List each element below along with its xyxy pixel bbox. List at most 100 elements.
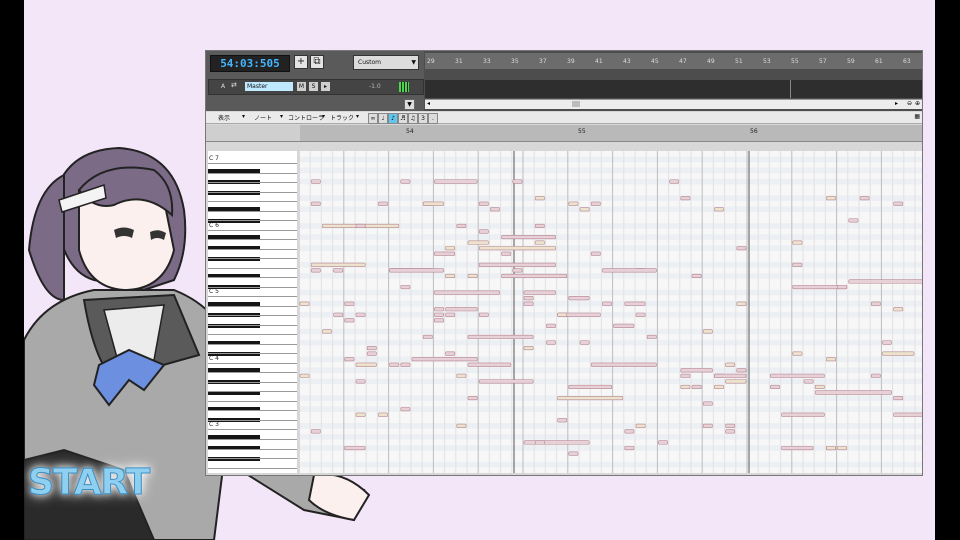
track-name-field[interactable]: Master: [245, 82, 293, 91]
midi-note[interactable]: [512, 268, 523, 273]
midi-note[interactable]: [534, 240, 545, 245]
midi-note[interactable]: [702, 329, 713, 334]
midi-note[interactable]: [445, 312, 456, 317]
midi-note[interactable]: [635, 423, 646, 428]
midi-note[interactable]: [534, 196, 545, 201]
midi-note[interactable]: [725, 423, 736, 428]
midi-note[interactable]: [445, 273, 456, 278]
midi-note[interactable]: [434, 307, 444, 312]
midi-note[interactable]: [635, 312, 646, 317]
zoom-in-icon[interactable]: ⊕: [915, 100, 920, 107]
midi-note[interactable]: [422, 201, 444, 206]
midi-note[interactable]: [725, 362, 736, 367]
midi-note[interactable]: [624, 301, 646, 306]
midi-note[interactable]: [691, 273, 702, 278]
scroll-thumb[interactable]: [572, 101, 580, 107]
midi-note[interactable]: [658, 440, 668, 445]
midi-note[interactable]: [322, 329, 332, 334]
thirtysecond-note-icon[interactable]: ♫: [408, 113, 418, 124]
midi-note[interactable]: [613, 323, 635, 328]
expand-icon[interactable]: ▼: [404, 99, 415, 110]
midi-note[interactable]: [501, 251, 512, 256]
midi-note[interactable]: [770, 384, 780, 390]
midi-note[interactable]: [333, 312, 344, 317]
midi-note[interactable]: [456, 423, 467, 428]
midi-note[interactable]: [344, 318, 355, 323]
note-grid-canvas[interactable]: [299, 151, 922, 473]
midi-note[interactable]: [859, 196, 870, 201]
midi-note[interactable]: [299, 301, 310, 306]
midi-note[interactable]: [299, 373, 310, 378]
midi-note[interactable]: [893, 412, 922, 417]
midi-note[interactable]: [680, 196, 691, 201]
measure-ruler[interactable]: 54 55 56: [206, 125, 922, 142]
midi-note[interactable]: [590, 362, 657, 367]
note-grid[interactable]: [299, 151, 922, 473]
midi-note[interactable]: [434, 318, 444, 323]
midi-note[interactable]: [333, 268, 344, 273]
midi-note[interactable]: [546, 323, 556, 328]
menu-note[interactable]: ノート: [254, 113, 272, 122]
horizontal-scrollbar[interactable]: ◂ ▸ ⊖ ⊕: [425, 99, 922, 109]
midi-note[interactable]: [411, 357, 478, 362]
midi-note[interactable]: [590, 251, 601, 256]
midi-note[interactable]: [478, 262, 556, 267]
midi-note[interactable]: [870, 301, 881, 306]
midi-note[interactable]: [826, 196, 836, 201]
midi-note[interactable]: [814, 384, 825, 390]
midi-note[interactable]: [848, 279, 922, 284]
midi-note[interactable]: [445, 307, 478, 312]
midi-note[interactable]: [355, 379, 366, 384]
midi-note[interactable]: [523, 290, 556, 295]
midi-note[interactable]: [736, 368, 747, 373]
midi-note[interactable]: [568, 201, 579, 206]
midi-note[interactable]: [792, 240, 803, 245]
midi-note[interactable]: [467, 273, 478, 278]
midi-note[interactable]: [445, 246, 456, 251]
midi-note[interactable]: [355, 412, 366, 417]
midi-note[interactable]: [826, 445, 836, 451]
midi-note[interactable]: [882, 340, 892, 345]
midi-note[interactable]: [422, 334, 433, 340]
midi-note[interactable]: [467, 395, 478, 401]
midi-note[interactable]: [669, 179, 680, 184]
midi-note[interactable]: [434, 251, 456, 256]
midi-note[interactable]: [523, 296, 534, 301]
midi-note[interactable]: [691, 384, 702, 390]
midi-note[interactable]: [736, 301, 747, 306]
midi-note[interactable]: [467, 334, 534, 340]
midi-note[interactable]: [355, 223, 366, 229]
menu-view[interactable]: 表示: [218, 113, 230, 122]
midi-note[interactable]: [310, 429, 321, 434]
eighth-note-icon[interactable]: ♪: [388, 113, 398, 124]
midi-note[interactable]: [792, 262, 803, 267]
midi-note[interactable]: [579, 340, 590, 345]
midi-note[interactable]: [478, 312, 489, 317]
menu-controller[interactable]: コントローラ: [288, 113, 324, 122]
timeline-ruler[interactable]: 29 31 33 35 37 39 41 43 45 47 49 51 53 55 57 59 61 63: [425, 53, 922, 69]
midi-note[interactable]: [310, 201, 321, 206]
midi-note[interactable]: [478, 246, 556, 251]
midi-note[interactable]: [478, 229, 489, 234]
midi-note[interactable]: [624, 445, 635, 451]
midi-note[interactable]: [355, 362, 377, 367]
midi-note[interactable]: [893, 201, 904, 206]
midi-note[interactable]: [389, 362, 400, 367]
midi-note[interactable]: [478, 201, 489, 206]
zoom-out-icon[interactable]: ⊖: [907, 100, 912, 107]
midi-note[interactable]: [557, 418, 568, 423]
record-icon[interactable]: ▸: [321, 82, 330, 91]
midi-note[interactable]: [848, 218, 859, 223]
midi-note[interactable]: [445, 351, 456, 356]
menu-track[interactable]: トラック: [330, 113, 354, 122]
midi-note[interactable]: [680, 373, 691, 378]
midi-note[interactable]: [837, 445, 848, 451]
midi-note[interactable]: [837, 284, 848, 290]
midi-note[interactable]: [523, 301, 534, 306]
sixteenth-note-icon[interactable]: ♬: [398, 113, 408, 124]
solo-button[interactable]: S: [309, 82, 318, 91]
midi-note[interactable]: [568, 451, 579, 456]
pencil-icon[interactable]: ∞: [368, 113, 378, 124]
track-row[interactable]: A ⇄ Master M S ▸ -1.0: [208, 79, 424, 95]
midi-note[interactable]: [456, 223, 467, 229]
